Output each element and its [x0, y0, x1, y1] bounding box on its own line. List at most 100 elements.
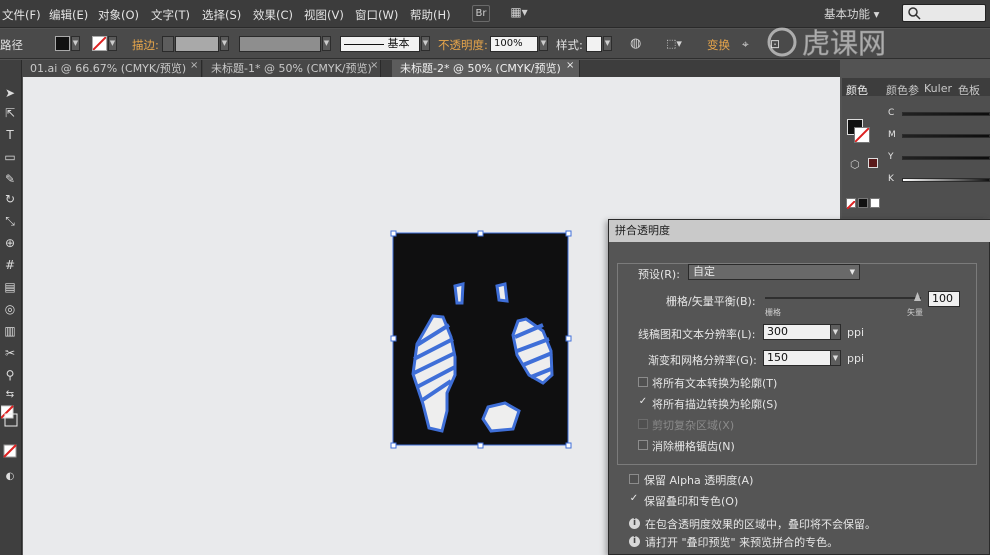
direct-selection-tool-icon[interactable]: ⇱ — [1, 104, 19, 122]
opacity-dropdown[interactable]: ▼ — [539, 36, 548, 51]
stroke-dropdown[interactable]: ▼ — [108, 36, 117, 51]
tab-kuler[interactable]: Kuler — [924, 82, 952, 95]
free-transform-tool-icon[interactable]: ⤡ — [1, 212, 19, 230]
tab-document-untitled-2[interactable]: 未标题-2* @ 50% (CMYK/预览) — [392, 60, 580, 77]
menu-edit[interactable]: 编辑(E) — [49, 7, 88, 23]
none-slash-icon — [846, 200, 856, 210]
variable-width-profile[interactable] — [239, 36, 321, 52]
tab-color-guide[interactable]: 颜色参 — [886, 82, 919, 98]
line-art-resolution-unit: ppi — [847, 326, 865, 339]
profile-dropdown[interactable]: ▼ — [322, 36, 331, 51]
stroke-weight-dropdown[interactable]: ▼ — [220, 36, 229, 51]
close-tab-icon[interactable]: × — [190, 60, 198, 71]
channel-y-slider[interactable] — [902, 156, 990, 160]
help-search-input[interactable] — [902, 4, 986, 22]
stroke-weight-stepper[interactable] — [162, 36, 174, 52]
menu-help[interactable]: 帮助(H) — [410, 7, 451, 23]
brush-definition-field[interactable]: 基本 — [340, 36, 420, 52]
convert-strokes-checkbox[interactable]: ✓ — [638, 397, 648, 408]
color-panel: 颜色 颜色参 Kuler 色板 ⬡ C M Y K — [842, 78, 990, 218]
slice-tool-icon[interactable]: ✂ — [1, 344, 19, 362]
gamut-cube-icon[interactable]: ⬡ — [850, 158, 860, 171]
menu-window[interactable]: 窗口(W) — [355, 7, 398, 23]
close-tab-icon[interactable]: × — [370, 60, 378, 71]
stroke-swatch[interactable] — [92, 36, 107, 51]
preset-select[interactable]: 自定 ▼ — [688, 264, 860, 280]
preserve-alpha-label: 保留 Alpha 透明度(A) — [644, 474, 754, 487]
line-art-resolution-dropdown[interactable]: ▼ — [830, 324, 841, 340]
channel-c-slider[interactable] — [902, 112, 990, 116]
tab-swatches[interactable]: 色板 — [958, 82, 980, 98]
mesh-tool-icon[interactable]: # — [1, 256, 19, 274]
info-preview-note: 请打开 "叠印预览" 来预览拼合的专色。 — [645, 536, 839, 549]
menu-select[interactable]: 选择(S) — [202, 7, 241, 23]
tab-document-01[interactable]: 01.ai @ 66.67% (CMYK/预览) — [22, 60, 202, 77]
gradient-resolution-unit: ppi — [847, 352, 865, 365]
zoom-tool-icon[interactable]: ⚲ — [1, 366, 19, 384]
menu-type[interactable]: 文字(T) — [151, 7, 190, 23]
preserve-alpha-checkbox[interactable] — [629, 474, 639, 484]
shape-builder-tool-icon[interactable]: ⊕ — [1, 234, 19, 252]
balance-min-label: 栅格 — [765, 308, 781, 317]
tab-color[interactable]: 颜色 — [846, 82, 868, 98]
convert-text-checkbox[interactable] — [638, 377, 648, 387]
rectangle-tool-icon[interactable]: ▭ — [1, 148, 19, 166]
opacity-label[interactable]: 不透明度: — [438, 37, 488, 53]
arrange-documents-button[interactable]: ▦▾ — [506, 5, 532, 22]
recolor-artwork-icon[interactable]: ◍ — [630, 36, 648, 52]
opacity-field[interactable]: 100% — [490, 36, 538, 52]
brush-stroke-preview — [344, 43, 384, 45]
tab-document-untitled-1[interactable]: 未标题-1* @ 50% (CMYK/预览) — [203, 60, 381, 77]
channel-k-slider[interactable] — [902, 178, 990, 182]
fill-swatch[interactable] — [55, 36, 70, 51]
workspace-switcher[interactable]: 基本功能 ▾ — [824, 6, 879, 22]
blend-tool-icon[interactable]: ◎ — [1, 300, 19, 318]
preserve-overprint-checkbox[interactable]: ✓ — [629, 494, 639, 505]
graphic-style-swatch[interactable] — [586, 36, 602, 52]
graph-tool-icon[interactable]: ▥ — [1, 322, 19, 340]
balance-value-field[interactable]: 100 — [928, 291, 960, 307]
type-tool-icon[interactable]: T — [1, 126, 19, 144]
stroke-color-swatch[interactable] — [854, 127, 870, 143]
none-swatch-icon[interactable] — [846, 198, 856, 210]
shape-piece-top-left[interactable] — [453, 282, 465, 305]
draw-mode-icon[interactable]: ◐ — [1, 468, 19, 486]
pencil-tool-icon[interactable]: ✎ — [1, 170, 19, 188]
bridge-button[interactable]: Br — [472, 5, 490, 22]
swap-colors-icon[interactable]: ⇆ — [1, 386, 19, 404]
transform-link[interactable]: 变换 — [707, 37, 730, 53]
rotate-tool-icon[interactable]: ↻ — [1, 190, 19, 208]
gradient-resolution-dropdown[interactable]: ▼ — [830, 350, 841, 366]
stroke-label[interactable]: 描边: — [132, 37, 159, 53]
channel-c-label: C — [888, 108, 895, 118]
fill-dropdown[interactable]: ▼ — [71, 36, 80, 51]
brush-dropdown[interactable]: ▼ — [421, 36, 430, 51]
fill-stroke-icon[interactable] — [0, 404, 19, 427]
svg-text:虎课网: 虎课网 — [802, 27, 886, 60]
isolate-selected-icon[interactable]: ⌖ — [742, 36, 760, 52]
menu-file[interactable]: 文件(F) — [2, 7, 41, 23]
menu-effect[interactable]: 效果(C) — [253, 7, 293, 23]
gradient-tool-icon[interactable]: ▤ — [1, 278, 19, 296]
anti-alias-raster-checkbox[interactable] — [638, 440, 648, 450]
stroke-weight-field[interactable] — [175, 36, 219, 52]
shape-piece-top-right[interactable] — [495, 282, 509, 303]
menu-object[interactable]: 对象(O) — [98, 7, 139, 23]
graphic-style-dropdown[interactable]: ▼ — [603, 36, 612, 51]
close-tab-icon[interactable]: × — [566, 60, 574, 71]
shape-bottom-blob[interactable] — [481, 401, 521, 433]
none-color-icon[interactable] — [1, 444, 19, 462]
convert-strokes-label: 将所有描边转换为轮廓(S) — [652, 398, 778, 411]
gradient-resolution-field[interactable]: 150 — [763, 350, 831, 366]
balance-slider-track[interactable] — [765, 297, 921, 299]
selection-tool-icon[interactable]: ➤ — [1, 84, 19, 102]
line-art-resolution-field[interactable]: 300 — [763, 324, 831, 340]
align-to-icon[interactable]: ⬚▾ — [666, 36, 690, 52]
out-of-gamut-swatch[interactable] — [868, 158, 878, 168]
menu-view[interactable]: 视图(V) — [304, 7, 344, 23]
black-swatch[interactable] — [858, 198, 868, 208]
balance-label: 栅格/矢量平衡(B): — [666, 295, 756, 308]
channel-m-slider[interactable] — [902, 134, 990, 138]
balance-max-label: 矢量 — [907, 308, 923, 317]
white-swatch[interactable] — [870, 198, 880, 208]
